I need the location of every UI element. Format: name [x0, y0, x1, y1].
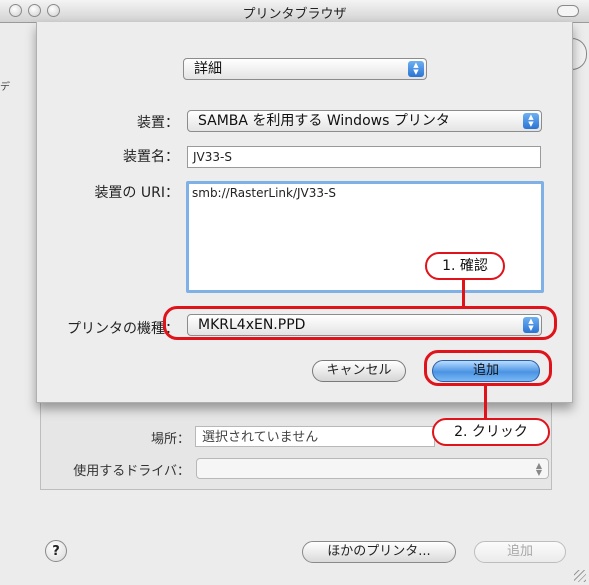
- window-title: プリンタブラウザ: [242, 7, 347, 22]
- device-label: 装置：: [137, 115, 179, 131]
- location-label: 場所：: [150, 432, 190, 447]
- device-name-field[interactable]: JV33-S: [187, 146, 541, 168]
- step2-connector-line: [484, 386, 487, 420]
- driver-select[interactable]: ▲ ▼: [196, 458, 549, 479]
- add-button-highlight-outline: [424, 350, 552, 386]
- model-highlight-outline: [163, 306, 557, 340]
- title-bar: プリンタブラウザ: [0, 0, 589, 23]
- step1-connector-line: [462, 278, 465, 307]
- toolbar-toggle-button[interactable]: [557, 5, 579, 17]
- partial-tab-label: デ: [0, 82, 10, 93]
- resize-grip-icon[interactable]: [574, 570, 586, 582]
- select-arrows-icon: ▲ ▼: [523, 113, 539, 129]
- select-arrows-icon: ▲ ▼: [535, 461, 542, 477]
- driver-label: 使用するドライバ：: [73, 464, 190, 479]
- device-uri-label: 装置の URI：: [94, 185, 179, 201]
- device-select[interactable]: SAMBA を利用する Windows プリンタ ▲ ▼: [187, 110, 542, 132]
- device-select-value: SAMBA を利用する Windows プリンタ: [198, 113, 450, 129]
- device-name-label: 装置名：: [123, 149, 179, 165]
- add-printer-button-disabled[interactable]: 追加: [474, 541, 566, 563]
- help-button[interactable]: ?: [45, 540, 67, 562]
- cancel-button[interactable]: キャンセル: [312, 360, 406, 382]
- step2-callout: 2. クリック: [432, 418, 550, 446]
- add-printer-sheet: 詳細 ▲ ▼ 装置： SAMBA を利用する Windows プリンタ ▲ ▼ 装置…: [36, 22, 573, 403]
- location-field[interactable]: 選択されていません: [195, 426, 435, 447]
- other-printers-button[interactable]: ほかのプリンタ...: [302, 541, 456, 563]
- step1-callout: 1. 確認: [425, 252, 505, 280]
- connection-mode-select[interactable]: 詳細 ▲ ▼: [183, 58, 427, 80]
- select-arrows-icon: ▲ ▼: [408, 61, 424, 77]
- printer-browser-window: プリンタブラウザ デ 場所： 選択されていません 使用するドライバ： ▲ ▼ ? …: [0, 0, 589, 585]
- printer-model-label: プリンタの機種：: [67, 321, 179, 337]
- connection-mode-value: 詳細: [194, 61, 222, 77]
